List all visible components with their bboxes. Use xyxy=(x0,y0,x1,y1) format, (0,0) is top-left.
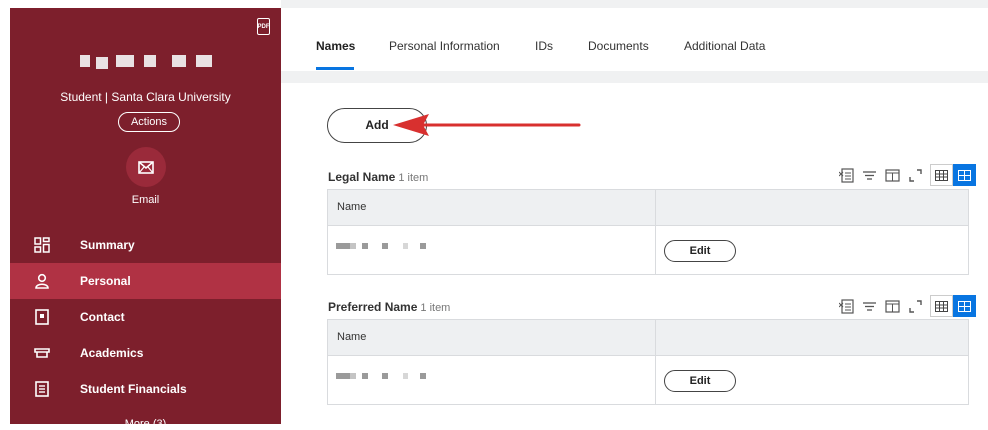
sidebar-item-student-financials[interactable]: Student Financials xyxy=(10,371,281,407)
edit-legal-name-button[interactable]: Edit xyxy=(664,240,736,262)
tab-documents[interactable]: Documents xyxy=(588,39,649,53)
sidebar-item-label: Summary xyxy=(80,238,135,252)
redacted-preferred-name xyxy=(328,356,656,404)
more-link[interactable]: More (3) xyxy=(10,418,281,430)
tab-ids[interactable]: IDs xyxy=(535,39,553,53)
contact-card-icon xyxy=(33,308,51,326)
sidebar-item-label: Contact xyxy=(80,310,125,324)
table-icon xyxy=(935,169,948,181)
sidebar-item-label: Personal xyxy=(80,274,131,288)
preferred-name-grid: Name Edit xyxy=(327,319,969,405)
content-separator xyxy=(281,71,988,83)
sidebar-item-label: Student Financials xyxy=(80,382,187,396)
preferred-name-grid-toolbar xyxy=(838,295,976,317)
sidebar-item-summary[interactable]: Summary xyxy=(10,227,281,263)
tab-personal-information[interactable]: Personal Information xyxy=(389,39,500,53)
sidebar-item-contact[interactable]: Contact xyxy=(10,299,281,335)
export-excel-icon[interactable] xyxy=(838,167,855,184)
redacted-legal-name xyxy=(328,226,656,274)
grid-header: Name xyxy=(328,190,968,226)
sidebar-item-personal[interactable]: Personal xyxy=(10,263,281,299)
table-row: Edit xyxy=(328,356,968,404)
dashboard-icon xyxy=(33,236,51,254)
document-list-icon xyxy=(33,380,51,398)
table-view-toggle[interactable] xyxy=(930,295,953,317)
fullscreen-icon[interactable] xyxy=(907,167,924,184)
legal-name-grid-toolbar xyxy=(838,164,976,186)
table-view-toggle[interactable] xyxy=(930,164,953,186)
filter-icon[interactable] xyxy=(861,298,878,315)
legal-name-title: Legal Name 1 item xyxy=(328,170,428,184)
grid-icon xyxy=(958,300,971,312)
edit-preferred-name-button[interactable]: Edit xyxy=(664,370,736,392)
pdf-export-icon[interactable]: PDF xyxy=(257,18,270,35)
worker-sidebar: PDF Student | Santa Clara University Act… xyxy=(10,8,281,430)
person-icon xyxy=(33,272,51,290)
student-affiliation: Student | Santa Clara University xyxy=(60,90,231,104)
filter-icon[interactable] xyxy=(861,167,878,184)
grid-view-toggle[interactable] xyxy=(953,295,976,317)
sidebar-item-label: Academics xyxy=(80,346,144,360)
preferred-name-count: 1 item xyxy=(420,302,451,314)
sidebar-item-academics[interactable]: Academics xyxy=(10,335,281,371)
tab-additional-data[interactable]: Additional Data xyxy=(684,39,765,53)
envelope-icon xyxy=(138,160,154,174)
annotation-arrow-icon xyxy=(393,114,581,136)
table-row: Edit xyxy=(328,226,968,274)
graduation-cap-icon xyxy=(33,344,51,362)
tab-bar: Names Personal Information IDs Documents… xyxy=(299,25,988,72)
grid-icon xyxy=(958,169,971,181)
legal-name-heading: Legal Name xyxy=(328,170,396,184)
tab-names[interactable]: Names xyxy=(316,39,355,53)
columns-icon[interactable] xyxy=(884,298,901,315)
top-gray-bar xyxy=(281,0,988,8)
fullscreen-icon[interactable] xyxy=(907,298,924,315)
preferred-name-title: Preferred Name 1 item xyxy=(328,300,450,314)
grid-view-toggle[interactable] xyxy=(953,164,976,186)
columns-icon[interactable] xyxy=(884,167,901,184)
email-button[interactable] xyxy=(126,147,166,187)
preferred-name-heading: Preferred Name xyxy=(328,300,418,314)
email-label: Email xyxy=(131,194,160,206)
grid-header: Name xyxy=(328,320,968,356)
name-column-header[interactable]: Name xyxy=(328,190,656,225)
export-excel-icon[interactable] xyxy=(838,298,855,315)
actions-button[interactable]: Actions xyxy=(118,112,180,132)
active-tab-indicator xyxy=(316,67,354,70)
redacted-student-name xyxy=(72,55,222,69)
legal-name-grid: Name Edit xyxy=(327,189,969,275)
table-icon xyxy=(935,300,948,312)
legal-name-count: 1 item xyxy=(398,172,429,184)
name-column-header[interactable]: Name xyxy=(328,320,656,355)
